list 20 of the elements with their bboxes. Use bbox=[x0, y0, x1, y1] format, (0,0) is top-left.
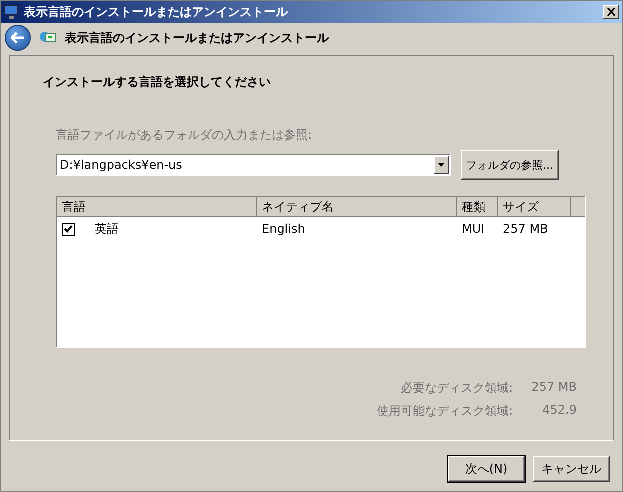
window-title: 表示言語のインストールまたはアンインストール bbox=[24, 4, 290, 20]
field-label: 言語ファイルがあるフォルダの入力または参照: bbox=[56, 127, 314, 144]
browse-button[interactable]: フォルダの参照... bbox=[461, 150, 558, 180]
disk-label: 使用可能なディスク領域: bbox=[376, 403, 513, 420]
page-title: 表示言語のインストールまたはアンインストール bbox=[65, 30, 329, 46]
column-header[interactable]: ネイティブ名 bbox=[257, 197, 457, 217]
table-cell: 英語 bbox=[95, 220, 119, 238]
column-header[interactable]: 言語 bbox=[57, 197, 257, 217]
table-cell: MUI bbox=[462, 222, 485, 236]
disk-value: 452.9 bbox=[542, 403, 578, 419]
table-cell: English bbox=[262, 222, 306, 236]
disk-value: 257 MB bbox=[530, 380, 578, 396]
next-button[interactable]: 次へ(N) bbox=[448, 456, 525, 482]
table-cell: 257 MB bbox=[503, 222, 548, 236]
column-header[interactable]: サイズ bbox=[498, 197, 571, 217]
disk-label: 必要なディスク領域: bbox=[400, 380, 513, 397]
heading: インストールする言語を選択してください bbox=[43, 74, 272, 91]
cancel-button[interactable]: キャンセル bbox=[533, 456, 610, 482]
folder-combo[interactable]: D:¥langpacks¥en-us bbox=[56, 154, 451, 176]
column-header[interactable]: 種類 bbox=[457, 197, 498, 217]
